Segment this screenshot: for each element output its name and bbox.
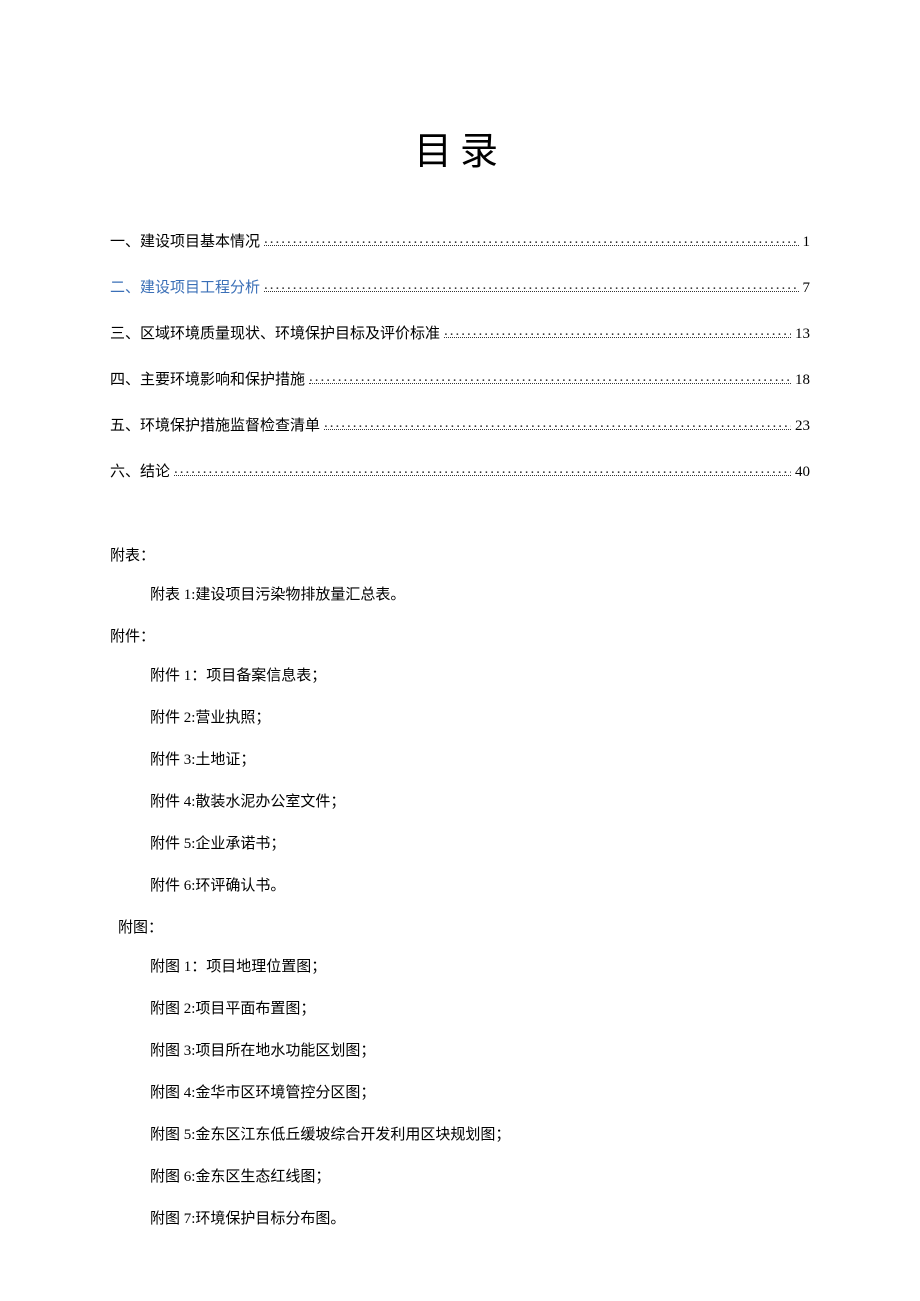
toc-entry: 四、主要环境影响和保护措施 18	[110, 368, 810, 392]
toc-label-link[interactable]: 二、建设项目工程分析	[110, 276, 260, 300]
list-item: 附件 4:散装水泥办公室文件；	[150, 790, 810, 814]
attachments-heading: 附件：	[110, 625, 810, 646]
list-item: 附图 6:金东区生态红线图；	[150, 1165, 810, 1189]
list-item: 附图 7:环境保护目标分布图。	[150, 1207, 810, 1231]
table-of-contents: 一、建设项目基本情况 1 二、建设项目工程分析 7 三、区域环境质量现状、环境保…	[110, 230, 810, 484]
list-item: 附件 1：项目备案信息表；	[150, 664, 810, 688]
toc-page: 18	[795, 368, 810, 392]
toc-entry: 一、建设项目基本情况 1	[110, 230, 810, 254]
toc-dots	[444, 323, 791, 338]
toc-page: 13	[795, 322, 810, 346]
list-item: 附件 5:企业承诺书；	[150, 832, 810, 856]
toc-label: 四、主要环境影响和保护措施	[110, 368, 305, 392]
toc-dots	[174, 461, 791, 476]
list-item: 附图 1：项目地理位置图；	[150, 955, 810, 979]
attachments-section: 附件： 附件 1：项目备案信息表； 附件 2:营业执照； 附件 3:土地证； 附…	[110, 625, 810, 898]
toc-dots	[264, 231, 798, 246]
list-item: 附件 3:土地证；	[150, 748, 810, 772]
toc-page: 7	[803, 276, 811, 300]
toc-label: 三、区域环境质量现状、环境保护目标及评价标准	[110, 322, 440, 346]
toc-page: 40	[795, 460, 810, 484]
toc-entry: 六、结论 40	[110, 460, 810, 484]
toc-page: 1	[803, 230, 811, 254]
toc-page: 23	[795, 414, 810, 438]
toc-label: 一、建设项目基本情况	[110, 230, 260, 254]
toc-entry: 二、建设项目工程分析 7	[110, 276, 810, 300]
appendix-tables-heading: 附表：	[110, 544, 810, 565]
list-item: 附件 6:环评确认书。	[150, 874, 810, 898]
list-item: 附图 3:项目所在地水功能区划图；	[150, 1039, 810, 1063]
page-title: 目录	[110, 120, 810, 175]
figures-section: 附图： 附图 1：项目地理位置图； 附图 2:项目平面布置图； 附图 3:项目所…	[110, 916, 810, 1231]
list-item: 附图 4:金华市区环境管控分区图；	[150, 1081, 810, 1105]
toc-dots	[324, 415, 791, 430]
toc-entry: 三、区域环境质量现状、环境保护目标及评价标准 13	[110, 322, 810, 346]
list-item: 附件 2:营业执照；	[150, 706, 810, 730]
list-item: 附图 2:项目平面布置图；	[150, 997, 810, 1021]
appendix-tables-section: 附表： 附表 1:建设项目污染物排放量汇总表。	[110, 544, 810, 607]
toc-dots	[264, 277, 798, 292]
appendix-tables-list: 附表 1:建设项目污染物排放量汇总表。	[110, 583, 810, 607]
list-item: 附表 1:建设项目污染物排放量汇总表。	[150, 583, 810, 607]
toc-label: 五、环境保护措施监督检查清单	[110, 414, 320, 438]
list-item: 附图 5:金东区江东低丘缓坡综合开发利用区块规划图；	[150, 1123, 810, 1147]
toc-entry: 五、环境保护措施监督检查清单 23	[110, 414, 810, 438]
toc-dots	[309, 369, 791, 384]
attachments-list: 附件 1：项目备案信息表； 附件 2:营业执照； 附件 3:土地证； 附件 4:…	[110, 664, 810, 898]
toc-label: 六、结论	[110, 460, 170, 484]
figures-list: 附图 1：项目地理位置图； 附图 2:项目平面布置图； 附图 3:项目所在地水功…	[110, 955, 810, 1231]
figures-heading: 附图：	[110, 916, 810, 937]
